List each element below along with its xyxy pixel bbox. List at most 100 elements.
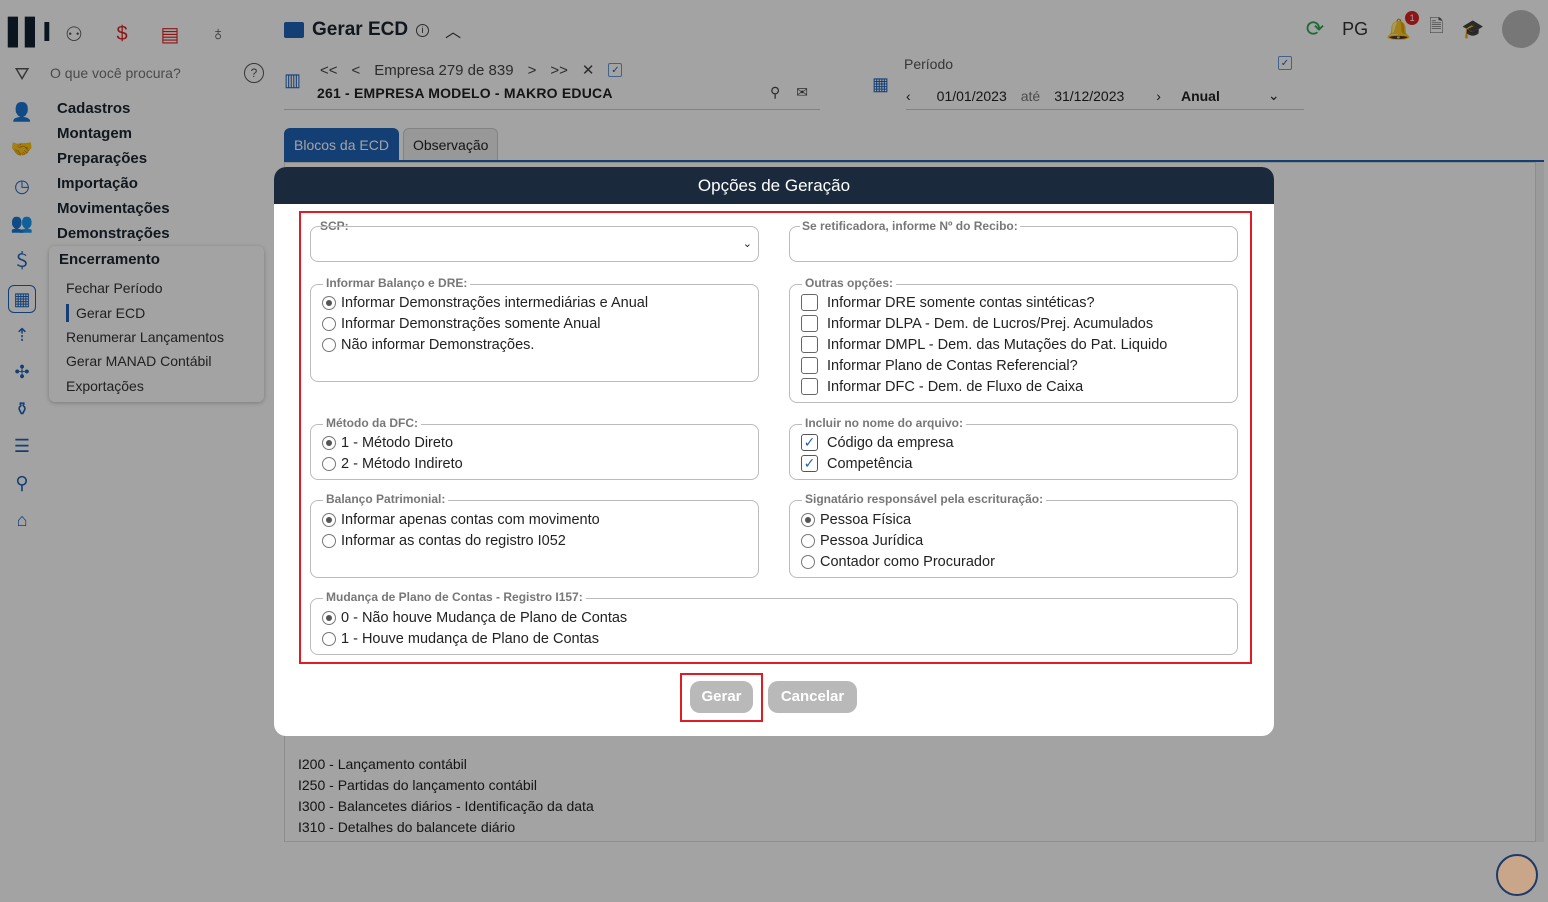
- next-company-button[interactable]: >: [528, 62, 537, 79]
- checkbox-outras-0[interactable]: Informar DRE somente contas sintéticas?: [801, 292, 1095, 313]
- assistant-avatar[interactable]: [1496, 854, 1538, 896]
- scrollbar[interactable]: [1536, 162, 1544, 842]
- checkbox-icon: [801, 336, 818, 353]
- monitor-icon: [284, 22, 304, 38]
- search-input[interactable]: [50, 65, 240, 81]
- radio-metodo-dfc-1[interactable]: 2 - Método Indireto: [322, 453, 463, 474]
- checkbox-outras-2[interactable]: Informar DMPL - Dem. das Mutações do Pat…: [801, 334, 1167, 355]
- people-icon[interactable]: ⚇: [60, 20, 88, 48]
- clock-icon[interactable]: ◷: [10, 174, 34, 198]
- menu-item-demonstracoes[interactable]: Demonstrações: [57, 221, 170, 246]
- graduation-cap-icon[interactable]: 🎓: [1462, 19, 1484, 40]
- option-label: Não informar Demonstrações.: [341, 336, 535, 353]
- notification-badge: 1: [1405, 10, 1420, 25]
- submenu-item-fechar-periodo[interactable]: Fechar Período: [49, 276, 264, 301]
- radio-balanco-dre-0[interactable]: Informar Demonstrações intermediárias e …: [322, 292, 648, 313]
- radio-balanco-patrimonial-1[interactable]: Informar as contas do registro I052: [322, 530, 566, 551]
- checkbox-nome-arquivo-0[interactable]: Código da empresa: [801, 432, 954, 453]
- tab-observacao[interactable]: Observação: [402, 128, 499, 161]
- periodo-selector: ▦ Período ✓ ‹ 01/01/2023 até 31/12/2023 …: [872, 56, 1304, 110]
- last-company-button[interactable]: >>: [550, 62, 568, 79]
- chevron-down-icon[interactable]: ⌄: [1268, 87, 1280, 104]
- list-item[interactable]: I200 - Lançamento contábil: [298, 754, 594, 775]
- gerar-button[interactable]: Gerar: [690, 681, 753, 713]
- checkbox-outras-4[interactable]: Informar DFC - Dem. de Fluxo de Caixa: [801, 376, 1083, 397]
- radio-icon: [322, 435, 336, 450]
- prev-company-button[interactable]: <: [352, 62, 361, 79]
- prev-period-button[interactable]: ‹: [906, 88, 911, 104]
- radio-icon: [322, 631, 336, 646]
- submenu-header[interactable]: Encerramento: [49, 246, 264, 276]
- refresh-icon[interactable]: ⟳: [1306, 16, 1324, 42]
- close-icon[interactable]: ✕: [582, 61, 595, 79]
- company-check-icon[interactable]: ✓: [608, 63, 623, 77]
- layers-icon[interactable]: ☰: [10, 434, 34, 458]
- avatar[interactable]: [1502, 10, 1540, 48]
- submenu-item-gerar-ecd[interactable]: Gerar ECD: [66, 303, 264, 322]
- user-initials[interactable]: PG: [1342, 19, 1368, 40]
- period-type[interactable]: Anual: [1181, 88, 1220, 104]
- search-icon[interactable]: ⚲: [10, 471, 34, 495]
- network-icon[interactable]: ✣: [10, 360, 34, 384]
- spreadsheet-icon[interactable]: ▤: [156, 20, 184, 48]
- radio-balanco-patrimonial-0[interactable]: Informar apenas contas com movimento: [322, 509, 600, 530]
- checkbox-outras-1[interactable]: Informar DLPA - Dem. de Lucros/Prej. Acu…: [801, 313, 1153, 334]
- cadastros-icon[interactable]: 👤: [10, 100, 34, 124]
- submenu-item-renumerar[interactable]: Renumerar Lançamentos: [49, 325, 264, 350]
- home-icon[interactable]: ⌂: [10, 508, 34, 532]
- dollar-icon[interactable]: ＄: [10, 248, 34, 272]
- people-icon[interactable]: 👥: [10, 211, 34, 235]
- menu-item-cadastros[interactable]: Cadastros: [57, 96, 170, 121]
- calculator-icon[interactable]: ▦: [8, 285, 36, 313]
- checkbox-nome-arquivo-1[interactable]: Competência: [801, 453, 912, 474]
- radio-signatario-0[interactable]: Pessoa Física: [801, 509, 911, 530]
- period-separator: até: [1020, 87, 1041, 104]
- tab-blocos-ecd[interactable]: Blocos da ECD: [284, 128, 399, 161]
- submenu-item-exportacoes[interactable]: Exportações: [49, 374, 264, 399]
- handshake-icon[interactable]: 🤝: [10, 137, 34, 161]
- list-item[interactable]: I300 - Balancetes diários - Identificaçã…: [298, 796, 594, 817]
- money-bag-icon[interactable]: ⚱: [10, 397, 34, 421]
- option-label: 2 - Método Indireto: [341, 455, 463, 472]
- radio-metodo-dfc-0[interactable]: 1 - Método Direto: [322, 432, 453, 453]
- cancelar-button[interactable]: Cancelar: [768, 681, 857, 713]
- submenu-item-gerar-manad[interactable]: Gerar MANAD Contábil: [49, 349, 264, 374]
- next-period-button[interactable]: ›: [1156, 88, 1161, 104]
- search-icon[interactable]: ⚲: [770, 84, 780, 101]
- periodo-check-icon[interactable]: ✓: [1278, 56, 1292, 70]
- list-item[interactable]: I250 - Partidas do lançamento contábil: [298, 775, 594, 796]
- radio-mudanca-plano-0[interactable]: 0 - Não houve Mudança de Plano de Contas: [322, 607, 627, 628]
- left-rail: ▌▌I ⛛ 👤 🤝 ◷ 👥 ＄ ▦ ⇡ ✣ ⚱ ☰ ⚲ ⌂: [0, 0, 52, 902]
- radio-signatario-2[interactable]: Contador como Procurador: [801, 551, 995, 572]
- money-bag-icon[interactable]: ♁: [204, 20, 232, 48]
- scp-select[interactable]: ⌄: [310, 226, 759, 262]
- period-to[interactable]: 31/12/2023: [1054, 88, 1124, 104]
- document-search-icon[interactable]: 🗎: [1429, 14, 1443, 44]
- bell-icon[interactable]: 🔔 1: [1386, 10, 1420, 42]
- list-item[interactable]: I310 - Detalhes do balancete diário: [298, 817, 594, 838]
- chevron-up-icon[interactable]: ︿: [445, 18, 461, 42]
- radio-signatario-1[interactable]: Pessoa Jurídica: [801, 530, 923, 551]
- radio-mudanca-plano-1[interactable]: 1 - Houve mudança de Plano de Contas: [322, 628, 599, 649]
- menu-item-preparacoes[interactable]: Preparações: [57, 146, 170, 171]
- fieldset-legend: Método da DFC:: [323, 416, 421, 430]
- radio-balanco-dre-2[interactable]: Não informar Demonstrações.: [322, 334, 534, 355]
- mail-icon[interactable]: ✉: [796, 84, 808, 101]
- fieldset-legend: Mudança de Plano de Contas - Registro I1…: [323, 590, 586, 604]
- checkbox-outras-3[interactable]: Informar Plano de Contas Referencial?: [801, 355, 1078, 376]
- radio-balanco-dre-1[interactable]: Informar Demonstrações somente Anual: [322, 313, 601, 334]
- first-company-button[interactable]: <<: [320, 62, 338, 79]
- menu-item-montagem[interactable]: Montagem: [57, 121, 170, 146]
- main-menu: Cadastros Montagem Preparações Importaçã…: [57, 96, 170, 246]
- person-arrow-icon[interactable]: ⇡: [10, 323, 34, 347]
- menu-item-importacao[interactable]: Importação: [57, 171, 170, 196]
- info-icon[interactable]: i: [416, 23, 430, 37]
- checkbox-icon: [801, 434, 818, 451]
- help-icon[interactable]: ?: [244, 63, 264, 83]
- option-label: Informar DFC - Dem. de Fluxo de Caixa: [827, 378, 1084, 395]
- app-logo[interactable]: ▌▌I: [8, 18, 52, 48]
- dollar-icon[interactable]: $: [108, 20, 136, 48]
- period-from[interactable]: 01/01/2023: [937, 88, 1007, 104]
- menu-item-movimentacoes[interactable]: Movimentações: [57, 196, 170, 221]
- radio-icon: [322, 337, 336, 352]
